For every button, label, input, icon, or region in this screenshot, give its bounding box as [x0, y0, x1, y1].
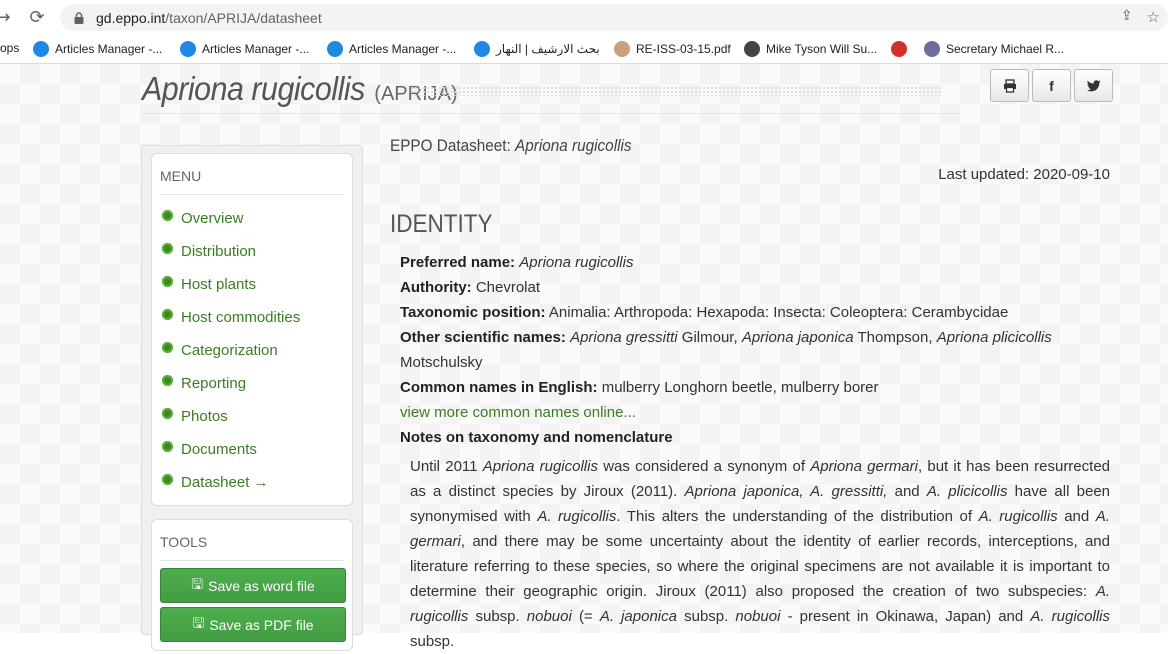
bookmark-item[interactable]: Articles Manager -... — [180, 41, 309, 57]
twitter-button[interactable] — [1074, 69, 1113, 102]
menu-item-host-commodities[interactable]: Host commodities — [162, 309, 300, 326]
gear-icon — [180, 41, 196, 57]
common-names: Common names in English: mulberry Longho… — [400, 379, 879, 396]
facebook-button[interactable]: f — [1032, 69, 1071, 102]
menu-item-overview[interactable]: Overview — [162, 210, 244, 227]
bookmark-item[interactable]: Mike Tyson Will Su... — [744, 41, 877, 57]
menu-item-categorization[interactable]: Categorization — [162, 342, 278, 359]
twitter-icon — [1086, 79, 1100, 91]
bullet-icon — [162, 441, 173, 452]
save-icon: 🖫 — [191, 575, 204, 592]
menu-item-distribution[interactable]: Distribution — [162, 243, 256, 260]
other-scientific-names: Other scientific names: Apriona gressitt… — [400, 329, 1052, 346]
share-buttons: f — [990, 69, 1113, 102]
title-divider — [140, 113, 960, 114]
lock-icon — [74, 11, 84, 24]
menu-item-datasheet[interactable]: Datasheet → — [162, 474, 269, 491]
bullet-icon — [162, 210, 173, 221]
menu-item-photos[interactable]: Photos — [162, 408, 228, 425]
gear-icon — [33, 41, 49, 57]
bookmarks-bar: ops Articles Manager -... Articles Manag… — [0, 35, 1168, 64]
section-heading: IDENTITY — [390, 210, 493, 238]
notes-heading: Notes on taxonomy and nomenclature — [400, 429, 673, 446]
address-bar[interactable]: gd.eppo.int/taxon/APRIJA/datasheet ⇪ ☆ — [60, 4, 1168, 31]
bookmark-item[interactable]: Articles Manager -... — [33, 41, 162, 57]
datasheet-title: EPPO Datasheet: Apriona rugicollis — [390, 136, 632, 155]
common-names-link[interactable]: view more common names online... — [400, 404, 636, 421]
taxonomic-position: Taxonomic position: Animalia: Arthropoda… — [400, 304, 1009, 321]
back-arrow-icon[interactable]: → — [0, 6, 14, 28]
browser-toolbar: → ⟳ gd.eppo.int/taxon/APRIJA/datasheet ⇪… — [0, 0, 1168, 35]
tools-title: TOOLS — [160, 534, 344, 561]
menu-item-documents[interactable]: Documents — [162, 441, 257, 458]
save-word-button[interactable]: 🖫 Save as word file — [160, 568, 346, 603]
bullet-icon — [162, 408, 173, 419]
reload-icon[interactable]: ⟳ — [26, 6, 48, 28]
print-icon — [1003, 78, 1016, 93]
bullet-icon — [162, 276, 173, 287]
menu-title: MENU — [160, 168, 344, 195]
bookmark-item[interactable]: RE-ISS-03-15.pdf — [614, 41, 731, 57]
save-pdf-button[interactable]: 🖫 Save as PDF file — [160, 607, 346, 642]
print-button[interactable] — [990, 69, 1029, 102]
authority: Authority: Chevrolat — [400, 279, 541, 296]
bookmark-item[interactable]: Articles Manager -... — [327, 41, 456, 57]
title-decoration — [410, 86, 942, 96]
tools-panel: TOOLS 🖫 Save as word file 🖫 Save as PDF fi… — [151, 519, 353, 651]
seal-icon — [614, 41, 630, 57]
bookmark-item[interactable] — [891, 41, 913, 57]
other-names-authority: Motschulsky — [400, 354, 483, 371]
bullet-icon — [162, 309, 173, 320]
share-icon[interactable]: ⇪ — [1121, 8, 1133, 26]
menu-item-host-plants[interactable]: Host plants — [162, 276, 256, 293]
preferred-name: Preferred name: Apriona rugicollis — [400, 254, 634, 271]
bullet-icon — [162, 375, 173, 386]
menu-panel: MENU Overview Distribution Host plants H… — [151, 153, 353, 506]
bullet-icon — [162, 243, 173, 254]
emblem-icon — [891, 41, 907, 57]
facebook-icon: f — [1049, 77, 1054, 94]
bookmark-apps[interactable]: ops — [0, 41, 19, 55]
notes-paragraph: Until 2011 Apriona rugicollis was consid… — [410, 458, 1111, 650]
gear-icon — [327, 41, 343, 57]
seal-icon — [924, 41, 940, 57]
species-name: Apriona rugicollis — [142, 70, 365, 107]
last-updated: Last updated: 2020-09-10 — [938, 166, 1110, 183]
url-text: gd.eppo.int/taxon/APRIJA/datasheet — [96, 9, 322, 26]
page-content: Apriona rugicollis (APRIJA) f MENU Overv… — [0, 64, 1168, 651]
gear-icon — [474, 41, 490, 57]
star-icon[interactable]: ☆ — [1147, 8, 1160, 26]
bookmark-item[interactable]: بحث الارشيف | النهار — [474, 41, 600, 57]
main-content: EPPO Datasheet: Apriona rugicollis Last … — [390, 136, 1110, 650]
menu-item-reporting[interactable]: Reporting — [162, 375, 246, 392]
globe-icon — [744, 41, 760, 57]
bookmark-item[interactable]: Secretary Michael R... — [924, 41, 1064, 57]
bullet-icon — [162, 342, 173, 353]
sidebar: MENU Overview Distribution Host plants H… — [141, 145, 363, 651]
bullet-icon — [162, 474, 173, 485]
